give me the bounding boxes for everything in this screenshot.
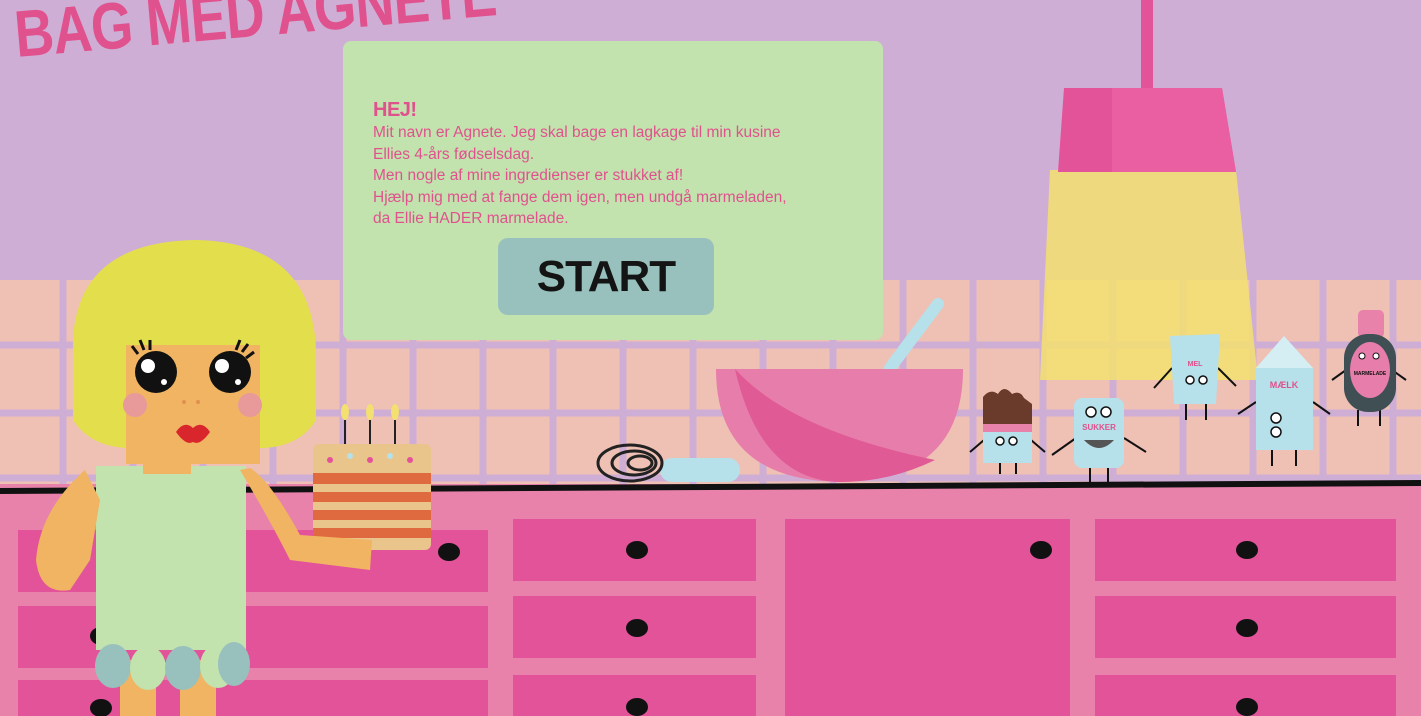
intro-line-3: Men nogle af mine ingredienser er stukke… (373, 167, 684, 184)
intro-line-1: Mit navn er Agnete. Jeg skal bage en lag… (373, 124, 781, 141)
intro-dialog: HEJ! Mit navn er Agnete. Jeg skal bage e… (343, 41, 883, 340)
intro-line-2: Ellies 4-års fødselsdag. (373, 145, 535, 163)
milk-label: MÆLK (1270, 380, 1299, 390)
sugar-label: SUKKER (1082, 423, 1116, 432)
intro-line-4: Hjælp mig med at fange dem igen, men und… (373, 188, 787, 206)
flour-label: MEL (1188, 361, 1204, 368)
intro-heading: HEJ! (373, 99, 417, 121)
jam-label: MARMELADE (1354, 371, 1387, 377)
intro-line-5: da Ellie HADER marmelade. (373, 210, 569, 227)
start-button[interactable]: START (498, 238, 714, 315)
